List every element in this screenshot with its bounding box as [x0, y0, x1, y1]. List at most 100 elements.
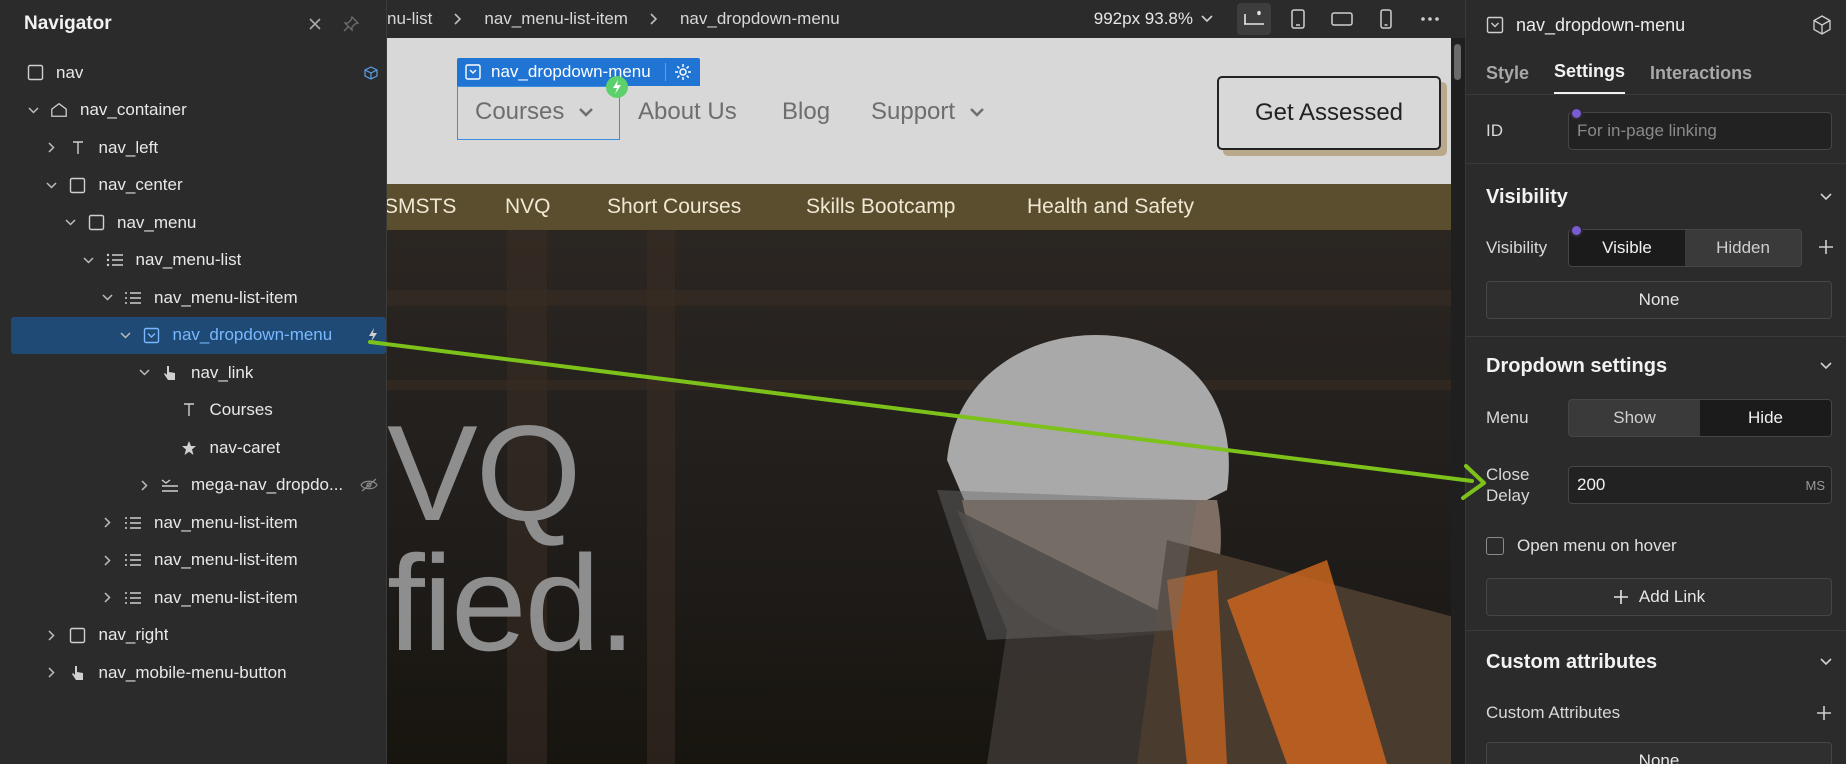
close-delay-input[interactable]: 200 MS: [1568, 466, 1832, 504]
landscape-breakpoint-icon[interactable]: [1325, 3, 1359, 35]
chevron-right-icon[interactable]: [45, 141, 59, 155]
desktop-breakpoint-icon[interactable]: [1237, 3, 1271, 35]
tree-item[interactable]: nav_menu-list-item: [0, 542, 386, 580]
add-icon[interactable]: [1816, 705, 1832, 721]
tree-item[interactable]: mega-nav_dropdo...: [0, 467, 386, 505]
add-link-label: Add Link: [1638, 587, 1706, 606]
tree-item[interactable]: nav_right: [0, 617, 386, 655]
chevron-down-icon[interactable]: [63, 216, 77, 230]
tree-item-label: nav_menu-list-item: [154, 512, 298, 532]
id-label: ID: [1486, 121, 1503, 140]
viewport-size-zoom[interactable]: 992px 93.8%: [1094, 9, 1193, 29]
sub-link-health-safety[interactable]: Health and Safety: [1027, 195, 1194, 219]
tab-style[interactable]: Style: [1486, 63, 1529, 94]
caret-spacer: [156, 403, 170, 417]
custom-attributes-button[interactable]: None: [1486, 742, 1832, 764]
tree-item-label: nav_menu-list-item: [154, 587, 298, 607]
design-canvas[interactable]: nav_dropdown-menu Courses About Us Blog …: [387, 38, 1465, 764]
sub-link-short-courses[interactable]: Short Courses: [607, 195, 741, 219]
breadcrumb-item[interactable]: nav_menu-list-item: [484, 9, 628, 29]
get-assessed-button[interactable]: Get Assessed: [1217, 76, 1441, 150]
tree-item[interactable]: nav-caret: [0, 429, 386, 467]
sub-link-nvq[interactable]: NVQ: [505, 195, 551, 219]
chevron-down-icon[interactable]: [1820, 193, 1832, 201]
visibility-visible-option[interactable]: Visible: [1569, 230, 1685, 266]
tree-item[interactable]: nav_container: [0, 92, 386, 130]
site-link-blog[interactable]: Blog: [782, 98, 830, 126]
breadcrumb-item[interactable]: nu-list: [387, 9, 432, 29]
pin-icon[interactable]: [340, 13, 362, 35]
phone-breakpoint-icon[interactable]: [1369, 3, 1403, 35]
close-delay-row: Close Delay 200 MS: [1486, 464, 1832, 506]
chevron-right-icon[interactable]: [100, 553, 114, 567]
tree-item[interactable]: nav_center: [0, 167, 386, 205]
box-icon: [87, 214, 105, 232]
component-cube-icon[interactable]: [1812, 15, 1832, 35]
binding-dot-icon[interactable]: [1570, 224, 1583, 237]
more-options-icon[interactable]: [1413, 3, 1447, 35]
chevron-down-icon[interactable]: [1820, 658, 1832, 666]
tab-interactions[interactable]: Interactions: [1650, 63, 1752, 94]
list-item-icon: [124, 551, 142, 569]
tree-item[interactable]: nav_menu-list-item: [0, 279, 386, 317]
chevron-right-icon[interactable]: [45, 628, 59, 642]
canvas-scrollbar-thumb[interactable]: [1454, 44, 1461, 80]
gear-icon[interactable]: [664, 63, 692, 81]
tree-item[interactable]: nav_menu-list-item: [0, 579, 386, 617]
chevron-down-icon[interactable]: [26, 103, 40, 117]
chevron-down-icon[interactable]: [1820, 362, 1832, 370]
pointer-icon: [161, 364, 179, 382]
navigator-title: Navigator: [24, 13, 112, 34]
tree-item[interactable]: nav_menu-list: [0, 242, 386, 280]
id-input[interactable]: For in-page linking: [1568, 112, 1832, 150]
component-cube-icon[interactable]: [364, 66, 378, 80]
add-link-button[interactable]: Add Link: [1486, 578, 1832, 616]
sub-link-smsts[interactable]: SMSTS: [387, 195, 456, 219]
menu-show-option[interactable]: Show: [1569, 400, 1700, 436]
site-link-about[interactable]: About Us: [638, 98, 737, 126]
chevron-down-icon[interactable]: [45, 178, 59, 192]
tree-item-label: nav_center: [98, 175, 183, 195]
sub-link-skills-bootcamp[interactable]: Skills Bootcamp: [806, 195, 955, 219]
breadcrumb-item[interactable]: nav_dropdown-menu: [680, 9, 840, 29]
add-icon[interactable]: [1818, 239, 1834, 255]
tree-item[interactable]: nav_menu: [0, 204, 386, 242]
tree-item[interactable]: nav_left: [0, 129, 386, 167]
hover-checkbox[interactable]: [1486, 537, 1504, 555]
eye-slash-icon[interactable]: [360, 478, 378, 492]
tree-item-selected[interactable]: nav_dropdown-menu: [11, 316, 386, 354]
selected-element-tag[interactable]: nav_dropdown-menu: [457, 58, 700, 86]
tree-item[interactable]: Courses: [0, 392, 386, 430]
chevron-down-icon[interactable]: [82, 253, 96, 267]
visibility-condition-button[interactable]: None: [1486, 281, 1832, 319]
site-link-courses[interactable]: Courses: [475, 98, 594, 126]
site-link-label: Blog: [782, 98, 831, 125]
tab-settings[interactable]: Settings: [1554, 61, 1626, 94]
chevron-right-icon[interactable]: [100, 516, 114, 530]
site-link-support[interactable]: Support: [871, 98, 985, 126]
visibility-hidden-option[interactable]: Hidden: [1685, 230, 1801, 266]
custom-attributes-title[interactable]: Custom attributes: [1486, 651, 1657, 674]
chevron-right-icon[interactable]: [100, 591, 114, 605]
panel-element-name: nav_dropdown-menu: [1516, 14, 1686, 35]
visibility-section-title[interactable]: Visibility: [1486, 186, 1568, 209]
menu-label: Menu: [1486, 408, 1529, 427]
tablet-breakpoint-icon[interactable]: [1281, 3, 1315, 35]
chevron-down-icon[interactable]: [119, 328, 133, 342]
menu-hide-option[interactable]: Hide: [1700, 400, 1831, 436]
canvas-scrollbar[interactable]: [1451, 38, 1465, 764]
chevron-down-icon[interactable]: [100, 291, 114, 305]
tree-item[interactable]: nav_menu-list-item: [0, 504, 386, 542]
tree-item[interactable]: nav: [0, 54, 386, 92]
binding-dot-icon[interactable]: [1570, 107, 1583, 120]
tree-item[interactable]: nav_mobile-menu-button: [0, 654, 386, 692]
interaction-bolt-icon[interactable]: [606, 76, 628, 98]
tree-item[interactable]: nav_link: [0, 354, 386, 392]
chevron-right-icon[interactable]: [45, 666, 59, 680]
chevron-down-icon[interactable]: [137, 366, 151, 380]
close-icon[interactable]: [304, 13, 326, 35]
bolt-icon[interactable]: [368, 328, 378, 343]
chevron-right-icon[interactable]: [137, 478, 151, 492]
dropdown-settings-title[interactable]: Dropdown settings: [1486, 355, 1667, 378]
chevron-down-icon[interactable]: [1201, 15, 1213, 23]
